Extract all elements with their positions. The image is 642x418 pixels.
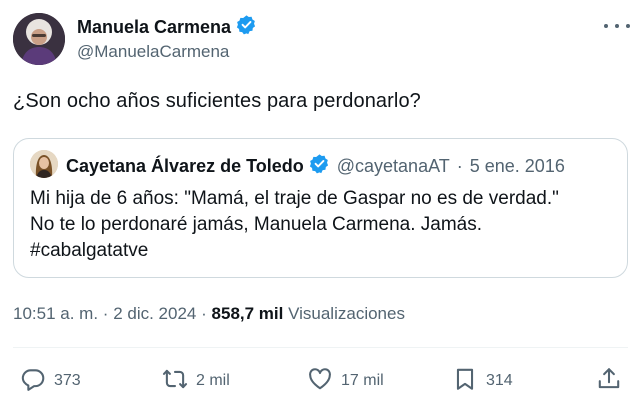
- verified-badge-icon: [236, 14, 257, 40]
- more-dot: [604, 24, 608, 28]
- bookmark-count: 314: [486, 372, 513, 389]
- tweet: Manuela Carmena @ManuelaCarmena ¿Son och…: [0, 0, 642, 418]
- meta-separator: ·: [201, 304, 207, 323]
- quoted-separator: ·: [456, 155, 463, 176]
- tweet-time[interactable]: 10:51 a. m.: [13, 304, 98, 323]
- views-label: Visualizaciones: [288, 304, 405, 323]
- quoted-hashtag: #cabalgatatve: [30, 240, 149, 261]
- more-dot: [626, 24, 630, 28]
- quoted-author-handle[interactable]: @cayetanaAT: [337, 156, 450, 177]
- tweet-date[interactable]: 2 dic. 2024: [113, 304, 196, 323]
- views-count: 858,7 mil: [211, 304, 284, 323]
- quoted-header: Cayetana Álvarez de Toledo @cayetanaAT ·…: [66, 153, 565, 179]
- more-dot: [615, 24, 619, 28]
- reply-count: 373: [54, 372, 81, 389]
- heart-icon: [307, 366, 333, 397]
- quoted-text: Mi hija de 6 años: "Mamá, el traje de Ga…: [30, 186, 559, 264]
- action-bar: 373 2 mil 17 mil 314: [0, 362, 642, 400]
- share-button[interactable]: [596, 362, 622, 400]
- quoted-text-line: No te lo perdonaré jamás, Manuela Carmen…: [30, 214, 483, 235]
- divider: [13, 347, 628, 348]
- bookmark-button[interactable]: 314: [452, 362, 513, 400]
- quoted-tweet[interactable]: Cayetana Álvarez de Toledo @cayetanaAT ·…: [13, 138, 628, 278]
- author-handle[interactable]: @ManuelaCarmena: [77, 42, 229, 62]
- quoted-author-avatar[interactable]: [30, 150, 58, 178]
- share-icon: [596, 366, 622, 397]
- quoted-author-name[interactable]: Cayetana Álvarez de Toledo: [66, 156, 304, 177]
- bookmark-icon: [452, 366, 478, 397]
- reply-icon: [20, 366, 46, 397]
- author-name[interactable]: Manuela Carmena: [77, 17, 231, 38]
- more-options-icon[interactable]: [604, 16, 630, 36]
- repost-button[interactable]: 2 mil: [162, 362, 230, 400]
- repost-icon: [162, 366, 188, 397]
- repost-count: 2 mil: [196, 372, 230, 389]
- verified-badge-icon: [309, 153, 330, 179]
- tweet-meta: 10:51 a. m. · 2 dic. 2024 · 858,7 mil Vi…: [13, 304, 405, 324]
- like-count: 17 mil: [341, 372, 384, 389]
- author-name-row[interactable]: Manuela Carmena: [77, 14, 257, 40]
- author-avatar[interactable]: [13, 13, 65, 65]
- reply-button[interactable]: 373: [20, 362, 81, 400]
- like-button[interactable]: 17 mil: [307, 362, 384, 400]
- quoted-date[interactable]: 5 ene. 2016: [470, 156, 565, 177]
- tweet-text: ¿Son ocho años suficientes para perdonar…: [13, 90, 421, 112]
- quoted-text-line: Mi hija de 6 años: "Mamá, el traje de Ga…: [30, 188, 559, 209]
- meta-separator: ·: [102, 304, 109, 323]
